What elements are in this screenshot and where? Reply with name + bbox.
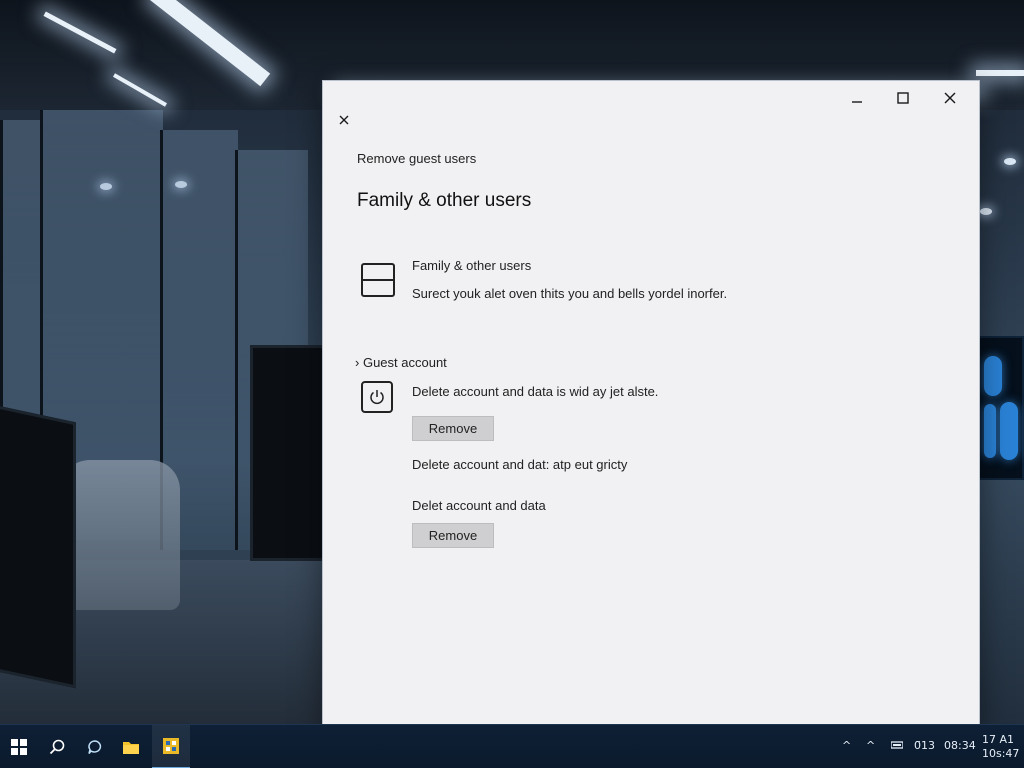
taskbar: ^ ^ 0̈13 08:34 17 A1 10s:47 — [0, 724, 1024, 768]
desktop: Remove guest users Family & other users … — [0, 0, 1024, 768]
settings-app-button[interactable] — [152, 725, 190, 768]
family-row-title[interactable]: Family & other users — [412, 258, 531, 273]
chair — [60, 460, 180, 610]
ceiling-light — [976, 70, 1024, 76]
close-icon — [944, 92, 956, 104]
power-icon — [361, 381, 393, 413]
tray-chevron-2[interactable]: ^ — [866, 739, 875, 752]
maximize-button[interactable] — [883, 85, 923, 111]
laptop-screen — [0, 397, 76, 689]
family-users-icon — [361, 263, 395, 297]
tray-text-b[interactable]: 08:34 — [944, 739, 976, 752]
guest-account-header[interactable]: › Guest account — [355, 355, 447, 370]
back-close-button[interactable] — [333, 109, 355, 131]
power-glyph — [370, 390, 384, 405]
tray-text-a[interactable]: 0̈13 — [914, 739, 935, 752]
close-button[interactable] — [930, 85, 970, 111]
search-icon — [49, 739, 65, 755]
close-icon — [339, 115, 349, 125]
page-title: Family & other users — [357, 190, 532, 211]
file-explorer-icon — [123, 742, 139, 754]
chevron-right-icon: › — [355, 355, 360, 370]
remove-button-2[interactable]: Remove — [412, 523, 494, 548]
background-sign — [976, 336, 1024, 480]
remove-button-1[interactable]: Remove — [412, 416, 494, 441]
minimize-icon — [852, 101, 862, 103]
family-row-subtitle: Surect youk alet oven thits you and bell… — [412, 286, 728, 301]
minimize-button[interactable] — [837, 85, 877, 111]
settings-window: Remove guest users Family & other users … — [322, 80, 980, 728]
breadcrumb: Remove guest users — [357, 151, 477, 166]
maximize-icon — [897, 92, 909, 104]
chat-button[interactable] — [76, 725, 114, 768]
clock-line-1: 17 A1 — [982, 733, 1015, 746]
ceiling-spot — [1004, 158, 1016, 165]
taskbar-clock[interactable]: 17 A1 10s:47 — [982, 733, 1019, 761]
guest-item-2-description: Delete account and dat: atp eut gricty — [412, 457, 628, 472]
tray-chevron-1[interactable]: ^ — [842, 739, 851, 752]
clock-line-2: 10s:47 — [982, 747, 1020, 760]
ceiling-spot — [980, 208, 992, 215]
guest-account-label: Guest account — [362, 355, 447, 370]
background-monitor — [250, 345, 326, 561]
network-icon — [890, 741, 904, 749]
chat-icon — [88, 740, 102, 754]
search-button[interactable] — [38, 725, 76, 768]
start-button[interactable] — [0, 725, 38, 768]
tray-network-icon[interactable] — [890, 740, 904, 753]
guest-item-1-description: Delete account and data is wid ay jet al… — [412, 384, 659, 399]
settings-app-icon — [163, 738, 179, 754]
windows-start-icon — [11, 739, 27, 755]
file-explorer-button[interactable] — [112, 725, 150, 768]
guest-item-3-description: Delet account and data — [412, 498, 546, 513]
